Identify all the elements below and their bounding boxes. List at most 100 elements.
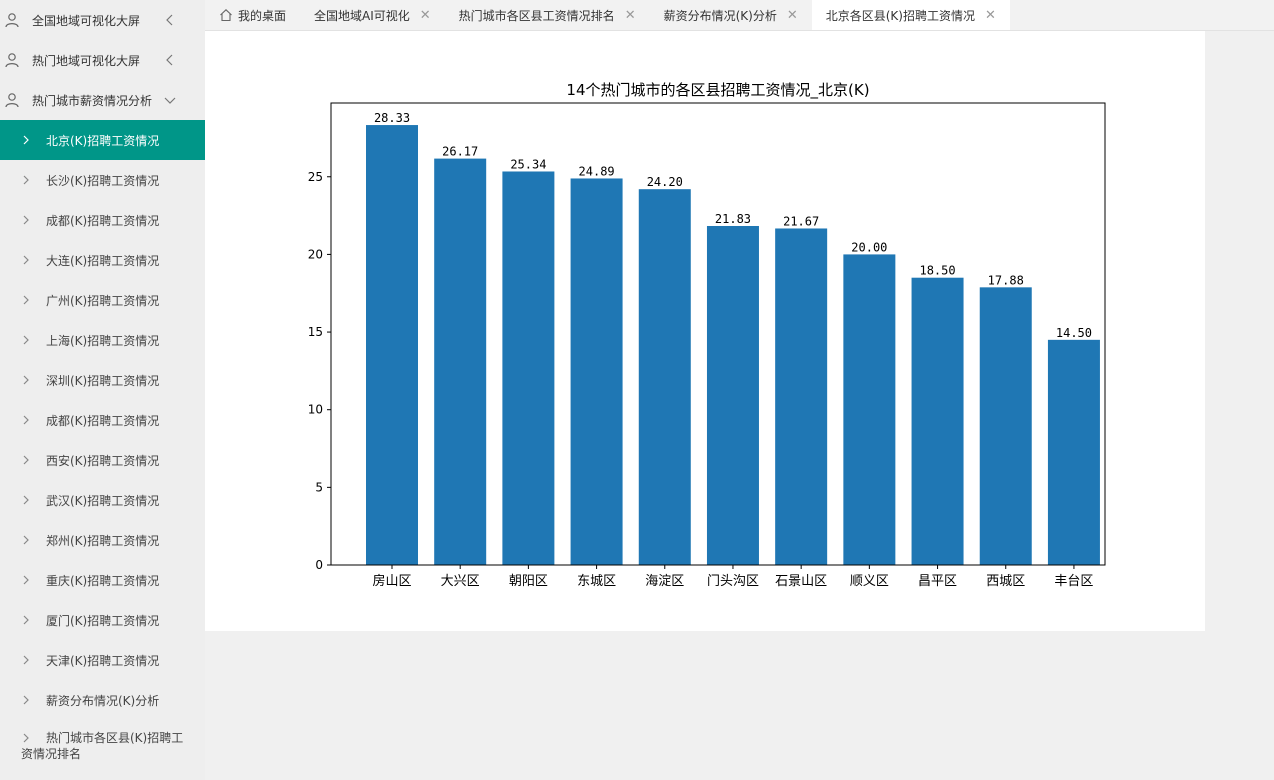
tab[interactable]: 薪资分布情况(K)分析 ✕	[650, 0, 812, 30]
bar-data-label: 17.88	[988, 273, 1024, 287]
bar-data-label: 26.17	[442, 145, 478, 159]
sidebar-subitem[interactable]: 深圳(K)招聘工资情况	[0, 360, 205, 400]
chevron-right-icon	[23, 495, 29, 505]
sidebar-subitem[interactable]: 成都(K)招聘工资情况	[0, 200, 205, 240]
bar-data-label: 24.20	[647, 175, 683, 189]
chevron-right-icon	[23, 655, 29, 665]
x-tick-label: 朝阳区	[509, 574, 548, 589]
sidebar: 全国地域可视化大屏 热门地域可视化大屏 热门城市薪资情况分析 北京(K)招聘工资…	[0, 0, 205, 780]
bar-data-label: 18.50	[919, 264, 955, 278]
sidebar-subitem[interactable]: 大连(K)招聘工资情况	[0, 240, 205, 280]
chevron-right-icon	[23, 695, 29, 705]
chevron-down-icon	[164, 97, 176, 104]
tab-label: 我的桌面	[238, 8, 287, 23]
chevron-left-icon	[166, 54, 173, 66]
close-icon[interactable]: ✕	[787, 8, 798, 23]
chart-bar	[570, 178, 623, 565]
sidebar-subitem[interactable]: 重庆(K)招聘工资情况	[0, 560, 205, 600]
chart-bar	[843, 254, 896, 566]
chevron-right-icon	[23, 615, 29, 625]
bar-data-label: 25.34	[510, 157, 546, 171]
chevron-right-icon	[23, 535, 29, 545]
sidebar-subitem[interactable]: 成都(K)招聘工资情况	[0, 400, 205, 440]
sidebar-subitem[interactable]: 薪资分布情况(K)分析	[0, 680, 205, 720]
y-tick-label: 5	[315, 480, 323, 494]
close-icon[interactable]: ✕	[985, 8, 996, 23]
x-tick-label: 海淀区	[645, 574, 684, 589]
chart-bar	[706, 225, 759, 566]
x-tick-label: 昌平区	[918, 574, 957, 589]
sidebar-subitem-label: 北京(K)招聘工资情况	[46, 133, 160, 148]
sidebar-subitem[interactable]: 广州(K)招聘工资情况	[0, 280, 205, 320]
chevron-right-icon	[23, 415, 29, 425]
tab-label: 热门城市各区县工资情况排名	[458, 8, 615, 23]
close-icon[interactable]: ✕	[420, 8, 431, 23]
y-tick-label: 15	[308, 325, 323, 339]
menu-hot-region-screen[interactable]: 热门地域可视化大屏	[0, 40, 205, 80]
chart-bar	[502, 171, 555, 565]
sidebar-subitem-label: 西安(K)招聘工资情况	[46, 453, 160, 468]
x-tick-label: 东城区	[577, 574, 616, 589]
chart-bar	[638, 189, 691, 565]
sidebar-subitem-label: 深圳(K)招聘工资情况	[46, 373, 160, 388]
bar-data-label: 21.67	[783, 214, 819, 228]
submenu-list: 北京(K)招聘工资情况 长沙(K)招聘工资情况 成都(K)招聘工资情况 大连(K)招聘…	[0, 120, 205, 776]
y-tick-label: 0	[315, 558, 323, 572]
bar-data-label: 14.50	[1056, 326, 1092, 340]
chevron-right-icon	[23, 335, 29, 345]
user-icon	[5, 53, 19, 68]
sidebar-subitem-label: 上海(K)招聘工资情况	[46, 333, 160, 348]
bar-data-label: 24.89	[579, 164, 615, 178]
sidebar-subitem-label: 长沙(K)招聘工资情况	[46, 173, 160, 188]
sidebar-subitem-label: 郑州(K)招聘工资情况	[46, 533, 160, 548]
chevron-right-icon	[23, 215, 29, 225]
sidebar-subitem-label: 广州(K)招聘工资情况	[46, 293, 160, 308]
tab[interactable]: 北京各区县(K)招聘工资情况 ✕	[811, 0, 1010, 30]
tab[interactable]: 我的桌面	[205, 0, 300, 30]
chart-bar	[775, 228, 828, 565]
bar-data-label: 20.00	[851, 240, 887, 254]
chevron-left-icon	[166, 14, 173, 26]
tab-label: 全国地域AI可视化	[314, 8, 410, 23]
x-tick-label: 丰台区	[1054, 574, 1093, 589]
sidebar-subitem-label: 薪资分布情况(K)分析	[46, 693, 160, 708]
sidebar-subitem-label: 热门城市各区县(K)招聘工资情况排名	[21, 731, 184, 761]
user-icon	[5, 13, 19, 28]
chart-title: 14个热门城市的各区县招聘工资情况_北京(K)	[566, 81, 869, 100]
sidebar-subitem[interactable]: 上海(K)招聘工资情况	[0, 320, 205, 360]
chevron-right-icon	[23, 375, 29, 385]
sidebar-subitem[interactable]: 北京(K)招聘工资情况	[0, 120, 205, 160]
tab[interactable]: 热门城市各区县工资情况排名 ✕	[445, 0, 650, 30]
menu-label: 热门地域可视化大屏	[32, 53, 141, 68]
sidebar-subitem-label: 武汉(K)招聘工资情况	[46, 493, 160, 508]
close-icon[interactable]: ✕	[625, 8, 636, 23]
x-tick-label: 门头沟区	[707, 574, 759, 589]
y-tick-label: 20	[308, 247, 323, 261]
bar-chart: 14个热门城市的各区县招聘工资情况_北京(K) 28.33 房山区 26.17 大兴区 2…	[308, 81, 1106, 589]
user-icon	[5, 93, 19, 108]
sidebar-subitem[interactable]: 西安(K)招聘工资情况	[0, 440, 205, 480]
sidebar-subitem[interactable]: 厦门(K)招聘工资情况	[0, 600, 205, 640]
x-tick-label: 房山区	[372, 573, 411, 589]
sidebar-subitem[interactable]: 天津(K)招聘工资情况	[0, 640, 205, 680]
sidebar-subitem[interactable]: 武汉(K)招聘工资情况	[0, 480, 205, 520]
menu-national-screen[interactable]: 全国地域可视化大屏	[0, 0, 205, 40]
sidebar-subitem[interactable]: 长沙(K)招聘工资情况	[0, 160, 205, 200]
sidebar-subitem-label: 重庆(K)招聘工资情况	[46, 573, 160, 588]
sidebar-subitem[interactable]: 郑州(K)招聘工资情况	[0, 520, 205, 560]
sidebar-subitem-label: 厦门(K)招聘工资情况	[46, 613, 160, 628]
bar-data-label: 21.83	[715, 212, 751, 226]
tab-bar: 我的桌面 全国地域AI可视化 ✕ 热门城市各区县工资情况排名 ✕ 薪资分布情况(K)分析 ✕…	[205, 0, 1274, 31]
chart-bar	[911, 277, 964, 565]
home-icon	[220, 9, 232, 22]
chevron-right-icon	[23, 255, 29, 265]
app-window: 全国地域可视化大屏 热门地域可视化大屏 热门城市薪资情况分析 北京(K)招聘工资…	[0, 0, 1274, 780]
content-panel: 14个热门城市的各区县招聘工资情况_北京(K) 28.33 房山区 26.17 大兴区 2…	[205, 31, 1205, 631]
sidebar-subitem[interactable]: 热门城市各区县(K)招聘工资情况排名	[0, 720, 205, 776]
x-tick-label: 大兴区	[441, 574, 480, 589]
y-tick-label: 25	[308, 170, 323, 184]
sidebar-subitem-label: 成都(K)招聘工资情况	[46, 413, 160, 428]
tab[interactable]: 全国地域AI可视化 ✕	[300, 0, 445, 30]
chevron-right-icon	[23, 575, 29, 585]
menu-salary-analysis[interactable]: 热门城市薪资情况分析	[0, 80, 205, 120]
